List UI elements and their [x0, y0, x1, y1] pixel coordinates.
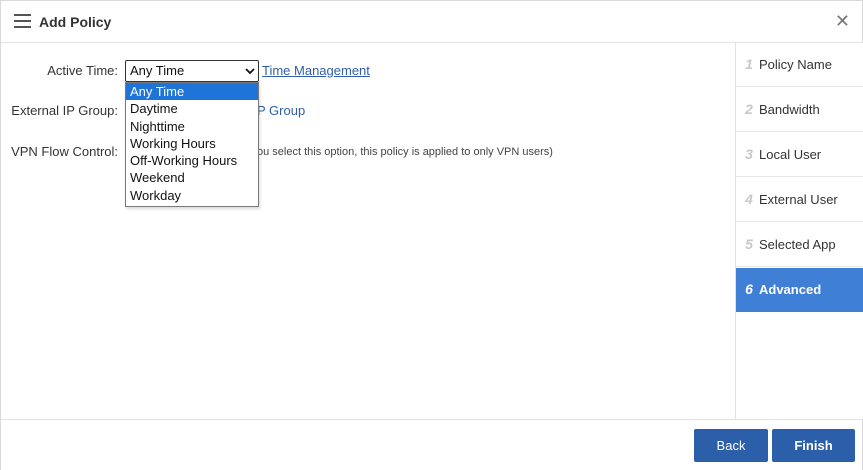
active-time-row: Active Time: Any Time Time Management: [1, 60, 735, 82]
active-time-select[interactable]: Any Time: [125, 60, 259, 82]
external-ip-group-row: External IP Group: P Group: [1, 100, 735, 122]
dialog-footer: Back Finish: [1, 419, 862, 470]
step-policy-name[interactable]: 1 Policy Name: [736, 43, 863, 87]
vpn-flow-control-row: VPN Flow Control: ou select this option,…: [1, 141, 735, 163]
close-icon[interactable]: ✕: [835, 12, 850, 30]
add-policy-dialog: Add Policy ✕ Active Time: Any Time Time …: [0, 0, 863, 470]
active-time-dropdown-list: Any Time Daytime Nighttime Working Hours Off…: [125, 82, 259, 207]
active-time-label: Active Time:: [47, 63, 118, 78]
time-management-link[interactable]: Time Management: [262, 60, 370, 82]
step-advanced[interactable]: 6 Advanced: [736, 268, 863, 312]
step-selected-app[interactable]: 5 Selected App: [736, 223, 863, 267]
dropdown-option[interactable]: Working Hours: [126, 135, 258, 152]
step-external-user[interactable]: 4 External User: [736, 178, 863, 222]
active-time-value: Any Time: [130, 63, 185, 78]
step-label: Advanced: [759, 282, 822, 297]
step-label: Bandwidth: [759, 102, 820, 117]
form-area: Active Time: Any Time Time Management Ex…: [1, 43, 735, 419]
step-number: 5: [745, 236, 753, 252]
finish-button[interactable]: Finish: [772, 429, 855, 462]
dropdown-option[interactable]: Any Time: [126, 83, 258, 101]
dropdown-option[interactable]: Workday: [126, 187, 258, 204]
step-number: 6: [745, 281, 753, 297]
dropdown-option[interactable]: Daytime: [126, 100, 258, 117]
dropdown-option[interactable]: Weekend: [126, 169, 258, 186]
hamburger-icon[interactable]: [14, 14, 31, 28]
step-number: 1: [745, 56, 753, 72]
dialog-title: Add Policy: [39, 14, 112, 30]
external-ip-group-label: External IP Group:: [11, 103, 118, 118]
step-number: 4: [745, 191, 753, 207]
step-label: External User: [759, 192, 838, 207]
step-label: Selected App: [759, 237, 836, 252]
dropdown-option[interactable]: Nighttime: [126, 118, 258, 135]
back-button[interactable]: Back: [694, 429, 768, 462]
step-bandwidth[interactable]: 2 Bandwidth: [736, 88, 863, 132]
vpn-flow-control-note: ou select this option, this policy is ap…: [257, 146, 553, 158]
chevron-down-icon: [245, 68, 255, 75]
vpn-flow-control-label: VPN Flow Control:: [11, 144, 118, 159]
step-label: Policy Name: [759, 57, 832, 72]
step-number: 2: [745, 101, 753, 117]
external-ip-group-link[interactable]: P Group: [257, 100, 305, 122]
dialog-header: Add Policy ✕: [1, 1, 862, 43]
dropdown-option[interactable]: Off-Working Hours: [126, 152, 258, 169]
step-local-user[interactable]: 3 Local User: [736, 133, 863, 177]
wizard-steps-sidebar: 1 Policy Name 2 Bandwidth 3 Local User 4 Extern…: [735, 43, 863, 419]
step-number: 3: [745, 146, 753, 162]
step-label: Local User: [759, 147, 822, 162]
